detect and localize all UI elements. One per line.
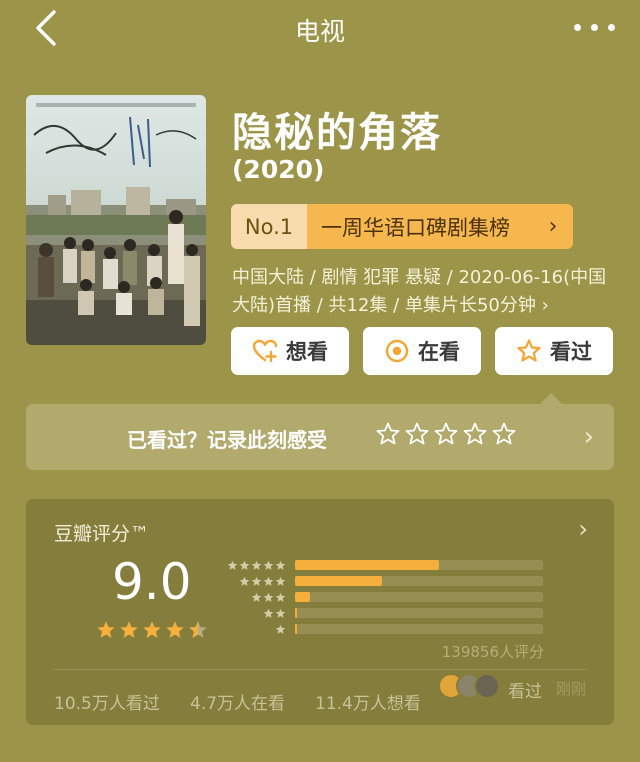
more-button[interactable] bbox=[572, 12, 618, 42]
friends-watched-label: 看过 bbox=[508, 682, 542, 702]
rating-bar-fill bbox=[295, 608, 297, 618]
rating-row-1-star bbox=[224, 623, 543, 635]
divider bbox=[54, 669, 586, 670]
row-stars bbox=[224, 592, 286, 603]
row-stars bbox=[224, 624, 286, 635]
star-icon bbox=[263, 576, 274, 586]
stat-watching: 4.7万人在看 bbox=[190, 694, 286, 714]
chevron-right-icon: › bbox=[583, 422, 594, 452]
star-icon bbox=[275, 576, 286, 586]
rating-row-5-star bbox=[224, 559, 543, 571]
friends-watched-time: 刚刚 bbox=[556, 680, 587, 698]
rank-label: 一周华语口碑剧集榜 bbox=[307, 204, 533, 249]
star-icon bbox=[239, 576, 250, 586]
star-outline-icon bbox=[517, 339, 541, 362]
watching-button[interactable]: 在看 bbox=[363, 327, 481, 375]
callout-pointer bbox=[540, 393, 562, 404]
star-icon bbox=[251, 592, 262, 602]
top-bar: 电视 bbox=[0, 0, 640, 56]
more-dots-icon bbox=[574, 24, 581, 31]
stat-watched: 10.5万人看过 bbox=[54, 694, 160, 714]
rating-bar-track bbox=[295, 592, 543, 602]
star-half-icon bbox=[189, 621, 207, 638]
rating-score: 9.0 bbox=[112, 553, 192, 611]
rating-bar-fill bbox=[295, 592, 310, 602]
rating-row-3-star bbox=[224, 591, 543, 603]
star-icon bbox=[275, 624, 286, 634]
rating-bar-fill bbox=[295, 576, 382, 586]
star-icon bbox=[275, 592, 286, 602]
record-feeling-prompt: 已看过？记录此刻感受 bbox=[127, 428, 327, 452]
star-icon bbox=[166, 621, 184, 638]
rating-bar-fill bbox=[295, 624, 297, 634]
friend-avatars[interactable] bbox=[438, 673, 504, 701]
star-icon bbox=[275, 560, 286, 570]
star-icon bbox=[251, 576, 262, 586]
page-title: 电视 bbox=[294, 17, 345, 46]
show-title: 隐秘的角落 bbox=[232, 110, 442, 156]
star-icon bbox=[251, 560, 262, 570]
show-meta[interactable]: 中国大陆 / 剧情 犯罪 悬疑 / 2020-06-16(中国大陆)首播 / 共… bbox=[232, 264, 610, 320]
star-outline-icon bbox=[434, 422, 458, 445]
rating-bar-track bbox=[295, 560, 543, 570]
vote-count: 139856人评分 bbox=[441, 643, 544, 661]
rating-detail-arrow[interactable]: › bbox=[578, 515, 588, 543]
douban-rating-card: 豆瓣评分™ › 9.0 139856人评分 10.5万人看过 4.7万人在看 1… bbox=[26, 499, 614, 725]
poster-image[interactable] bbox=[26, 95, 206, 345]
record-feeling-bar[interactable]: 已看过？记录此刻感受 › bbox=[26, 404, 614, 470]
row-stars bbox=[224, 560, 286, 571]
want-to-watch-button[interactable]: 想看 bbox=[231, 327, 349, 375]
star-outline-icon bbox=[376, 422, 400, 445]
rank-number: No.1 bbox=[231, 204, 307, 249]
row-stars bbox=[224, 608, 286, 619]
star-icon bbox=[263, 560, 274, 570]
star-icon bbox=[275, 608, 286, 618]
rating-label: 豆瓣评分™ bbox=[54, 523, 150, 545]
rating-row-4-star bbox=[224, 575, 543, 587]
chevron-right-icon: › bbox=[533, 204, 573, 249]
score-stars bbox=[96, 620, 208, 640]
rate-stars[interactable] bbox=[376, 422, 516, 446]
star-icon bbox=[120, 621, 138, 638]
star-outline-icon bbox=[405, 422, 429, 445]
star-outline-icon bbox=[463, 422, 487, 445]
star-icon bbox=[227, 560, 238, 570]
avatar bbox=[474, 673, 500, 699]
watched-label: 看过 bbox=[550, 340, 592, 364]
star-icon bbox=[263, 592, 274, 602]
star-outline-icon bbox=[492, 422, 516, 445]
star-icon bbox=[239, 560, 250, 570]
rating-bar-fill bbox=[295, 560, 439, 570]
star-icon bbox=[143, 621, 161, 638]
target-circle-icon bbox=[385, 339, 409, 363]
heart-plus-icon bbox=[252, 339, 278, 363]
watching-label: 在看 bbox=[418, 340, 460, 364]
watched-button[interactable]: 看过 bbox=[495, 327, 613, 375]
row-stars bbox=[224, 576, 286, 587]
want-to-watch-label: 想看 bbox=[286, 340, 328, 364]
stat-want: 11.4万人想看 bbox=[315, 694, 421, 714]
star-icon bbox=[97, 621, 115, 638]
rank-badge[interactable]: No.1 一周华语口碑剧集榜 › bbox=[231, 204, 573, 249]
star-icon bbox=[263, 608, 274, 618]
rating-bar-track bbox=[295, 624, 543, 634]
show-year: (2020) bbox=[232, 155, 325, 184]
rating-bar-track bbox=[295, 576, 543, 586]
rating-bar-track bbox=[295, 608, 543, 618]
rating-row-2-star bbox=[224, 607, 543, 619]
